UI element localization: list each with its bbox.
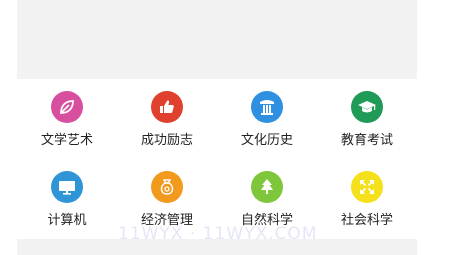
top-banner-area bbox=[17, 0, 417, 79]
money-bag-icon bbox=[151, 171, 183, 203]
category-label: 文化历史 bbox=[240, 133, 293, 148]
watermark: 11WYX · 11WYX.COM bbox=[118, 224, 318, 244]
expand-arrows-icon bbox=[351, 171, 383, 203]
category-label: 文学艺术 bbox=[40, 133, 93, 148]
category-grid: 文学艺术 成功励志 文化历史 教育考试 计算机 经济管理 自然科学 社会科学 bbox=[17, 79, 417, 239]
category-label: 计算机 bbox=[47, 213, 87, 228]
category-education-exam[interactable]: 教育考试 bbox=[317, 79, 417, 159]
category-literature-art[interactable]: 文学艺术 bbox=[17, 79, 117, 159]
category-success-inspiration[interactable]: 成功励志 bbox=[117, 79, 217, 159]
thumbs-up-icon bbox=[151, 91, 183, 123]
tree-icon bbox=[251, 171, 283, 203]
category-social-science[interactable]: 社会科学 bbox=[317, 159, 417, 239]
category-label: 社会科学 bbox=[340, 213, 393, 228]
column-icon bbox=[251, 91, 283, 123]
category-computer[interactable]: 计算机 bbox=[17, 159, 117, 239]
category-culture-history[interactable]: 文化历史 bbox=[217, 79, 317, 159]
leaf-icon bbox=[51, 91, 83, 123]
graduation-cap-icon bbox=[351, 91, 383, 123]
category-label: 教育考试 bbox=[340, 133, 393, 148]
category-label: 成功励志 bbox=[140, 133, 193, 148]
monitor-icon bbox=[51, 171, 83, 203]
